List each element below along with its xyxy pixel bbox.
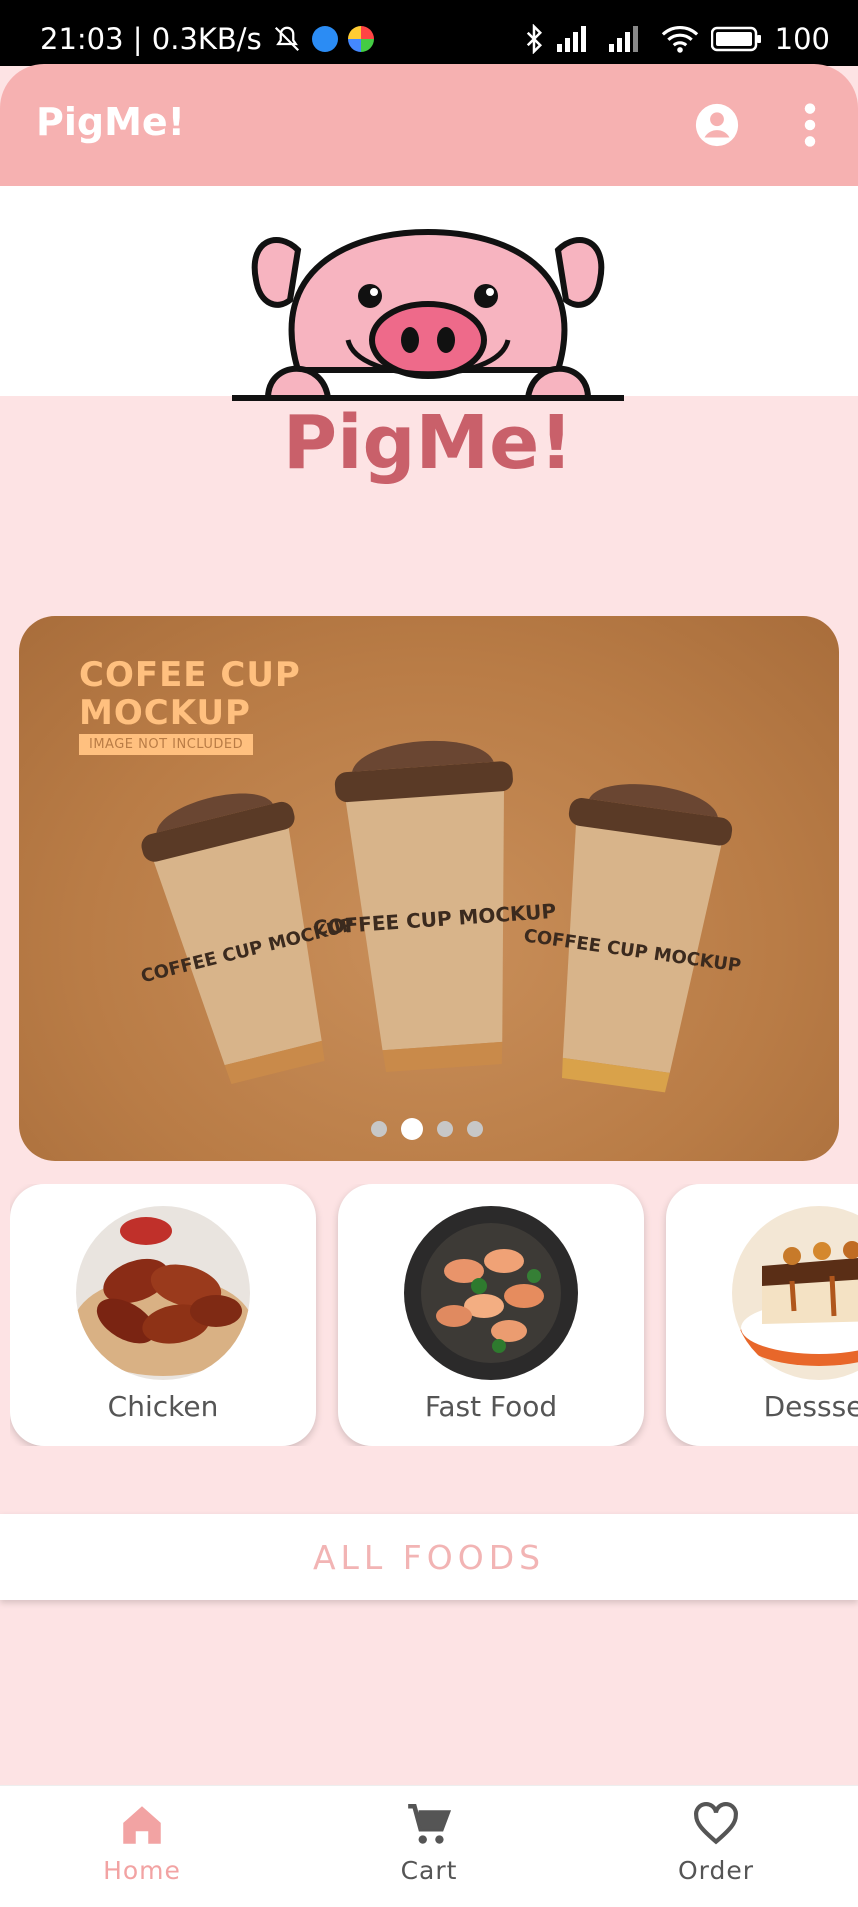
battery-icon bbox=[710, 26, 761, 52]
category-label: Fast Food bbox=[424, 1390, 558, 1423]
carousel-dot[interactable] bbox=[371, 1121, 387, 1137]
pigme-logo: PigMe! PigMe! bbox=[232, 228, 624, 492]
category-card-fast-food[interactable]: Fast Food bbox=[338, 1184, 644, 1446]
account-circle-icon[interactable] bbox=[694, 102, 740, 148]
status-left: 21:03 | 0.3KB/s bbox=[40, 22, 374, 56]
signal-icon bbox=[556, 26, 586, 52]
home-icon bbox=[123, 1806, 161, 1844]
carousel-dot[interactable] bbox=[437, 1121, 453, 1137]
nav-cart-label: Cart bbox=[400, 1856, 458, 1885]
carousel-indicator bbox=[371, 1118, 483, 1140]
status-time: 21:03 | 0.3KB/s bbox=[40, 22, 262, 56]
nav-cart[interactable]: Cart bbox=[329, 1800, 529, 1900]
carousel-dot-active[interactable] bbox=[401, 1118, 423, 1140]
heart-icon bbox=[694, 1802, 738, 1845]
bottom-navigation: Home Cart Order bbox=[0, 1785, 858, 1907]
cart-icon bbox=[408, 1803, 452, 1844]
category-card-dessert[interactable]: Dessset bbox=[666, 1184, 858, 1446]
app-title: PigMe! bbox=[36, 100, 185, 144]
status-bar: 21:03 | 0.3KB/s 100 bbox=[0, 0, 858, 66]
signal-2-icon bbox=[608, 26, 638, 52]
app-notification-icon bbox=[347, 26, 374, 52]
chicken-image bbox=[76, 1206, 250, 1380]
dessert-image bbox=[732, 1206, 858, 1380]
banner-title: COFEE CUP MOCKUP bbox=[79, 655, 301, 733]
category-label: Chicken bbox=[107, 1390, 219, 1423]
coffee-cups-image: COFFEE CUP MOCKUP COFFEE CUP MOCKUP COFF… bbox=[139, 740, 742, 1093]
battery-level: 100 bbox=[774, 22, 830, 56]
all-foods-button[interactable]: ALL FOODS bbox=[0, 1514, 858, 1600]
logo-text: PigMe! bbox=[283, 400, 573, 486]
carousel-dot[interactable] bbox=[467, 1121, 483, 1137]
fast-food-image bbox=[404, 1206, 578, 1380]
nav-home-label: Home bbox=[103, 1856, 181, 1885]
wifi-icon bbox=[661, 25, 698, 53]
app-bar: PigMe! bbox=[0, 64, 858, 186]
all-foods-label: ALL FOODS bbox=[312, 1537, 546, 1577]
category-card-chicken[interactable]: Chicken bbox=[10, 1184, 316, 1446]
nav-home[interactable]: Home bbox=[42, 1800, 242, 1900]
category-label: Dessset bbox=[763, 1390, 858, 1423]
category-list: Chicken Fast Food Dessse bbox=[10, 1184, 858, 1446]
nav-order-label: Order bbox=[677, 1856, 755, 1885]
nav-order[interactable]: Order bbox=[616, 1800, 816, 1900]
promo-banner[interactable]: COFEE CUP MOCKUP IMAGE NOT INCLUDED COFF… bbox=[19, 616, 839, 1161]
messenger-icon bbox=[311, 26, 338, 52]
more-vert-icon[interactable] bbox=[796, 102, 824, 148]
status-right: 100 bbox=[523, 22, 830, 56]
muted-bell-icon bbox=[274, 26, 299, 52]
bluetooth-icon bbox=[526, 24, 542, 54]
